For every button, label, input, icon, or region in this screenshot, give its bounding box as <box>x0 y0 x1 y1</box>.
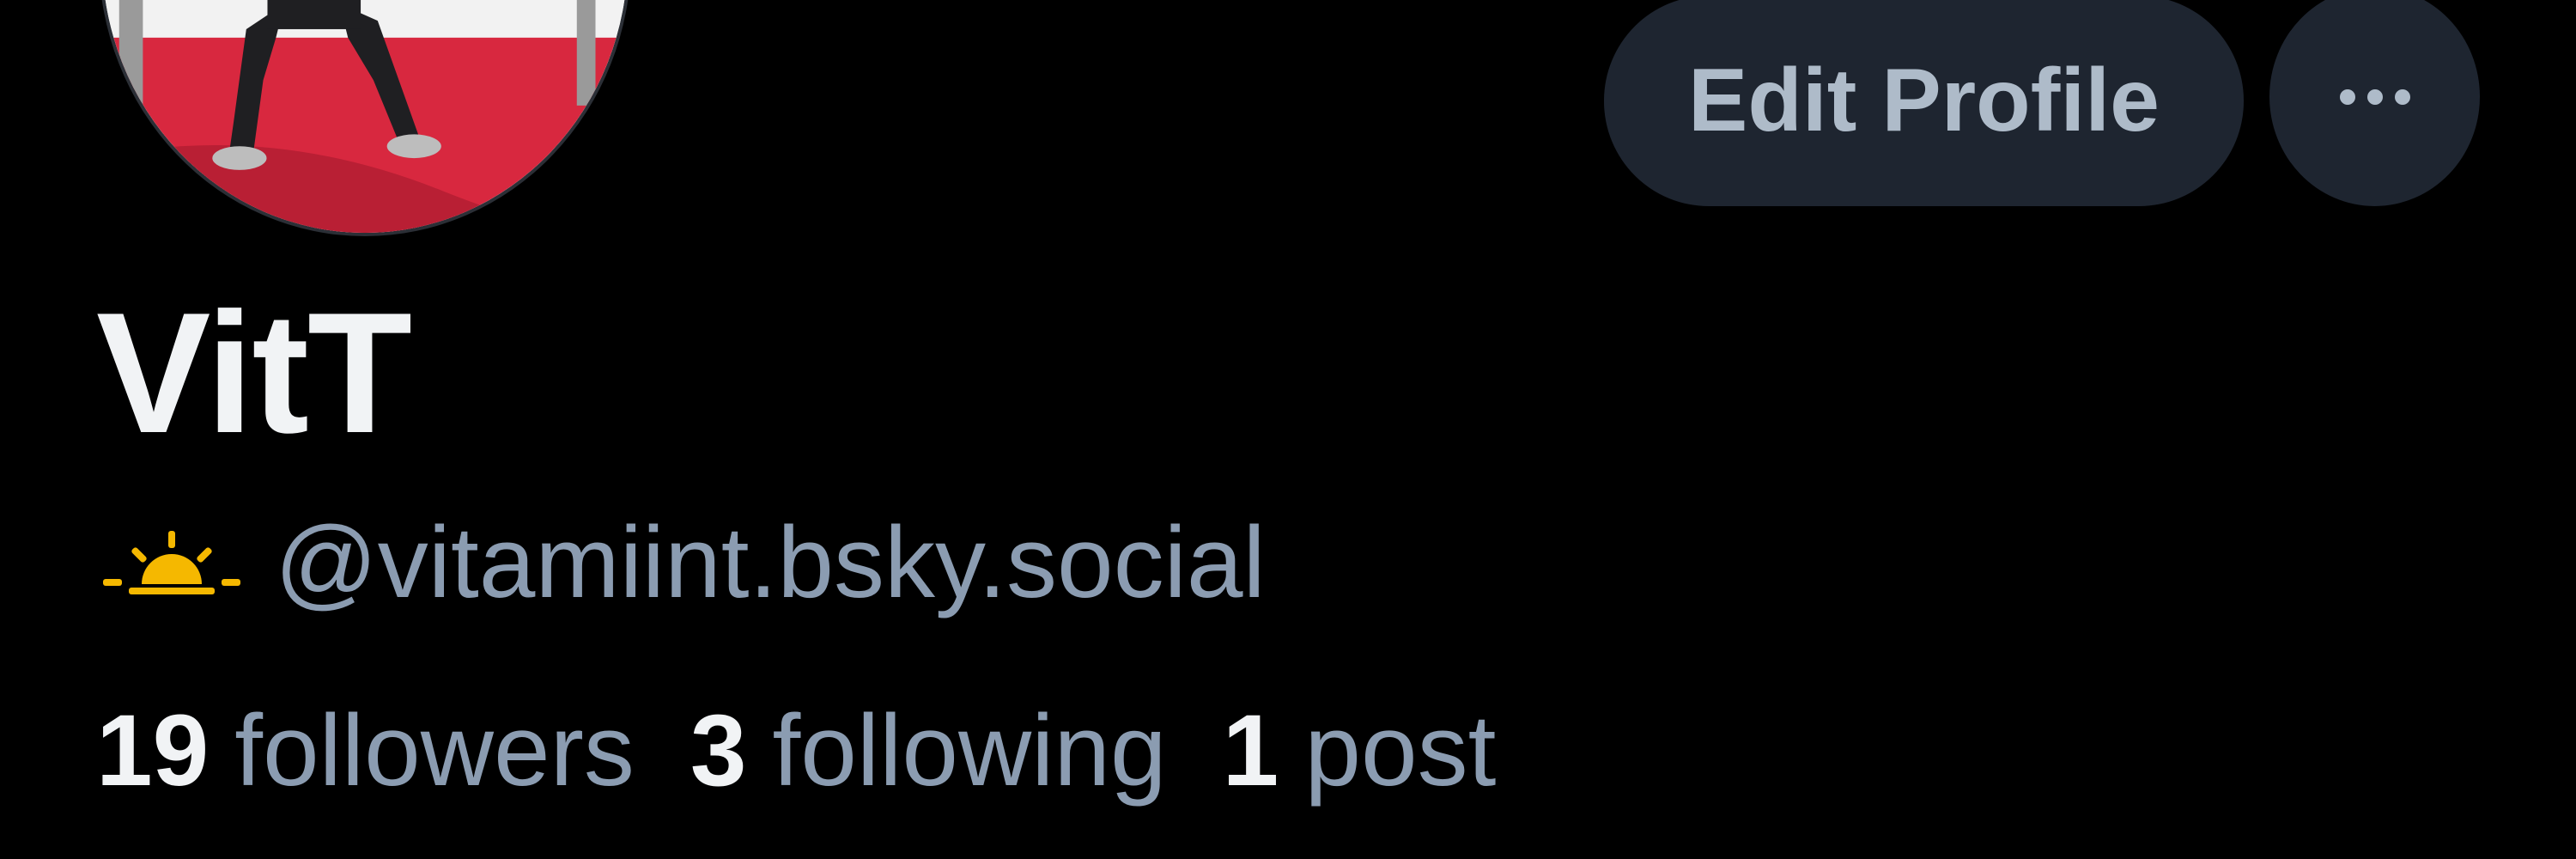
sunrise-icon <box>103 531 240 594</box>
following-count: 3 <box>690 694 747 807</box>
more-options-button[interactable] <box>2269 0 2480 206</box>
edit-profile-button[interactable]: Edit Profile <box>1604 0 2244 206</box>
profile-stats: 19 followers 3 following 1 post <box>96 700 1552 801</box>
followers-stat[interactable]: 19 followers <box>96 700 635 801</box>
profile-handle[interactable]: @vitamiint.bsky.social <box>275 512 1266 613</box>
handle-row: @vitamiint.bsky.social <box>103 507 1266 618</box>
posts-stat: 1 post <box>1223 700 1497 801</box>
following-stat[interactable]: 3 following <box>690 700 1167 801</box>
avatar[interactable] <box>99 0 631 236</box>
posts-label: post <box>1304 694 1497 807</box>
edit-profile-label: Edit Profile <box>1688 51 2160 150</box>
posts-count: 1 <box>1222 694 1279 807</box>
followers-label: followers <box>234 694 635 807</box>
following-label: following <box>772 694 1167 807</box>
ellipsis-icon <box>2339 88 2410 105</box>
display-name: VitT <box>96 277 412 469</box>
followers-count: 19 <box>96 694 210 807</box>
avatar-image <box>102 0 628 233</box>
